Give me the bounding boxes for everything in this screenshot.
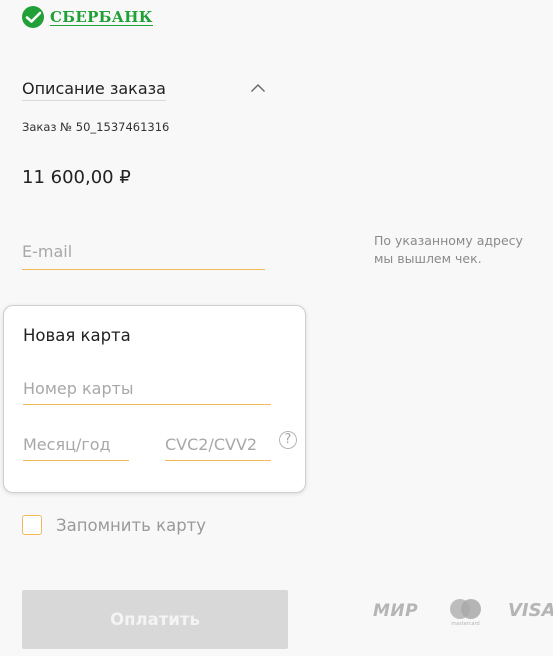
expiry-field[interactable] xyxy=(23,428,129,461)
remember-card-label[interactable]: Запомнить карту xyxy=(56,516,206,535)
sberbank-logo: СБЕРБАНК xyxy=(22,6,153,28)
order-amount: 11 600,00 ₽ xyxy=(22,167,131,188)
card-panel-title: Новая карта xyxy=(23,326,131,345)
new-card-panel: Новая карта ? xyxy=(3,305,306,493)
cvc-help-icon[interactable]: ? xyxy=(279,431,297,449)
mir-logo: МИР xyxy=(373,601,419,621)
mastercard-circles-icon xyxy=(450,599,481,619)
email-field[interactable] xyxy=(22,234,265,270)
remember-card-checkbox[interactable] xyxy=(22,515,42,535)
pay-button[interactable]: Оплатить xyxy=(22,590,288,649)
chevron-up-icon[interactable] xyxy=(250,83,266,93)
cvc-field[interactable] xyxy=(165,428,271,461)
visa-logo: VISA xyxy=(508,600,553,621)
order-description-toggle[interactable]: Описание заказа xyxy=(22,79,166,101)
mastercard-caption: mastercard xyxy=(451,621,480,627)
sberbank-logo-icon xyxy=(22,6,44,28)
mastercard-logo: mastercard xyxy=(447,598,484,628)
email-hint: По указанному адресу мы вышлем чек. xyxy=(374,233,523,266)
order-number: Заказ № 50_1537461316 xyxy=(22,120,170,134)
card-number-field[interactable] xyxy=(23,372,271,405)
brand-name: СБЕРБАНК xyxy=(50,7,153,26)
